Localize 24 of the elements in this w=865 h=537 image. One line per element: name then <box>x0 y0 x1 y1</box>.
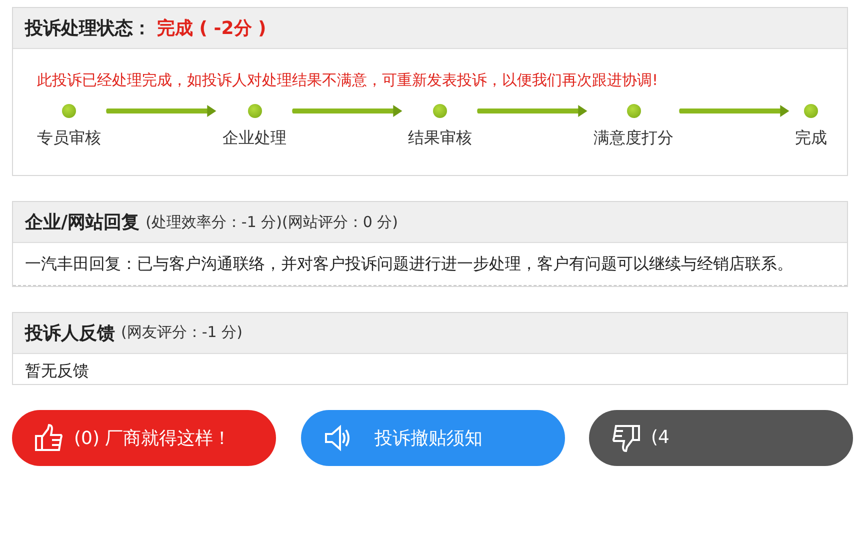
step-label: 满意度打分 <box>594 128 674 149</box>
feedback-text: 暂无反馈 <box>24 360 90 382</box>
step-label: 完成 <box>795 128 827 149</box>
step-label: 企业处理 <box>222 128 286 149</box>
score-text: (网友评分：-1 分) <box>121 323 242 342</box>
notice-button[interactable]: 投诉撤贴须知 <box>300 410 564 466</box>
panel-title: 企业/网站回复 <box>25 211 140 234</box>
arrow-icon <box>105 105 218 117</box>
thumbs-down-icon <box>611 422 641 453</box>
status-text: 完成 ( -2分 ) <box>157 17 266 40</box>
speaker-icon <box>322 422 352 453</box>
like-button[interactable]: (0) 厂商就得这样！ <box>12 410 276 466</box>
score-text: (处理效率分：-1 分)(网站评分：0 分) <box>146 212 398 232</box>
notice-text: 此投诉已经处理完成，如投诉人对处理结果不满意，可重新发表投诉，以便我们再次跟进协调! <box>37 71 660 90</box>
panel-title: 投诉处理状态： <box>25 17 151 40</box>
reply-text: 一汽丰田回复：已与客户沟通联络，并对客户投诉问题进行进一步处理，客户有问题可以继续与经销店联系。 <box>13 243 847 286</box>
step-label: 专员审核 <box>37 128 101 149</box>
arrow-icon <box>290 105 404 117</box>
arrow-icon <box>476 105 590 117</box>
thumbs-up-icon <box>34 422 64 453</box>
panel-title: 投诉人反馈 <box>25 322 115 345</box>
arrow-icon <box>678 105 791 117</box>
dislike-button[interactable]: (4 <box>589 410 853 466</box>
step-label: 结果审核 <box>408 128 472 149</box>
